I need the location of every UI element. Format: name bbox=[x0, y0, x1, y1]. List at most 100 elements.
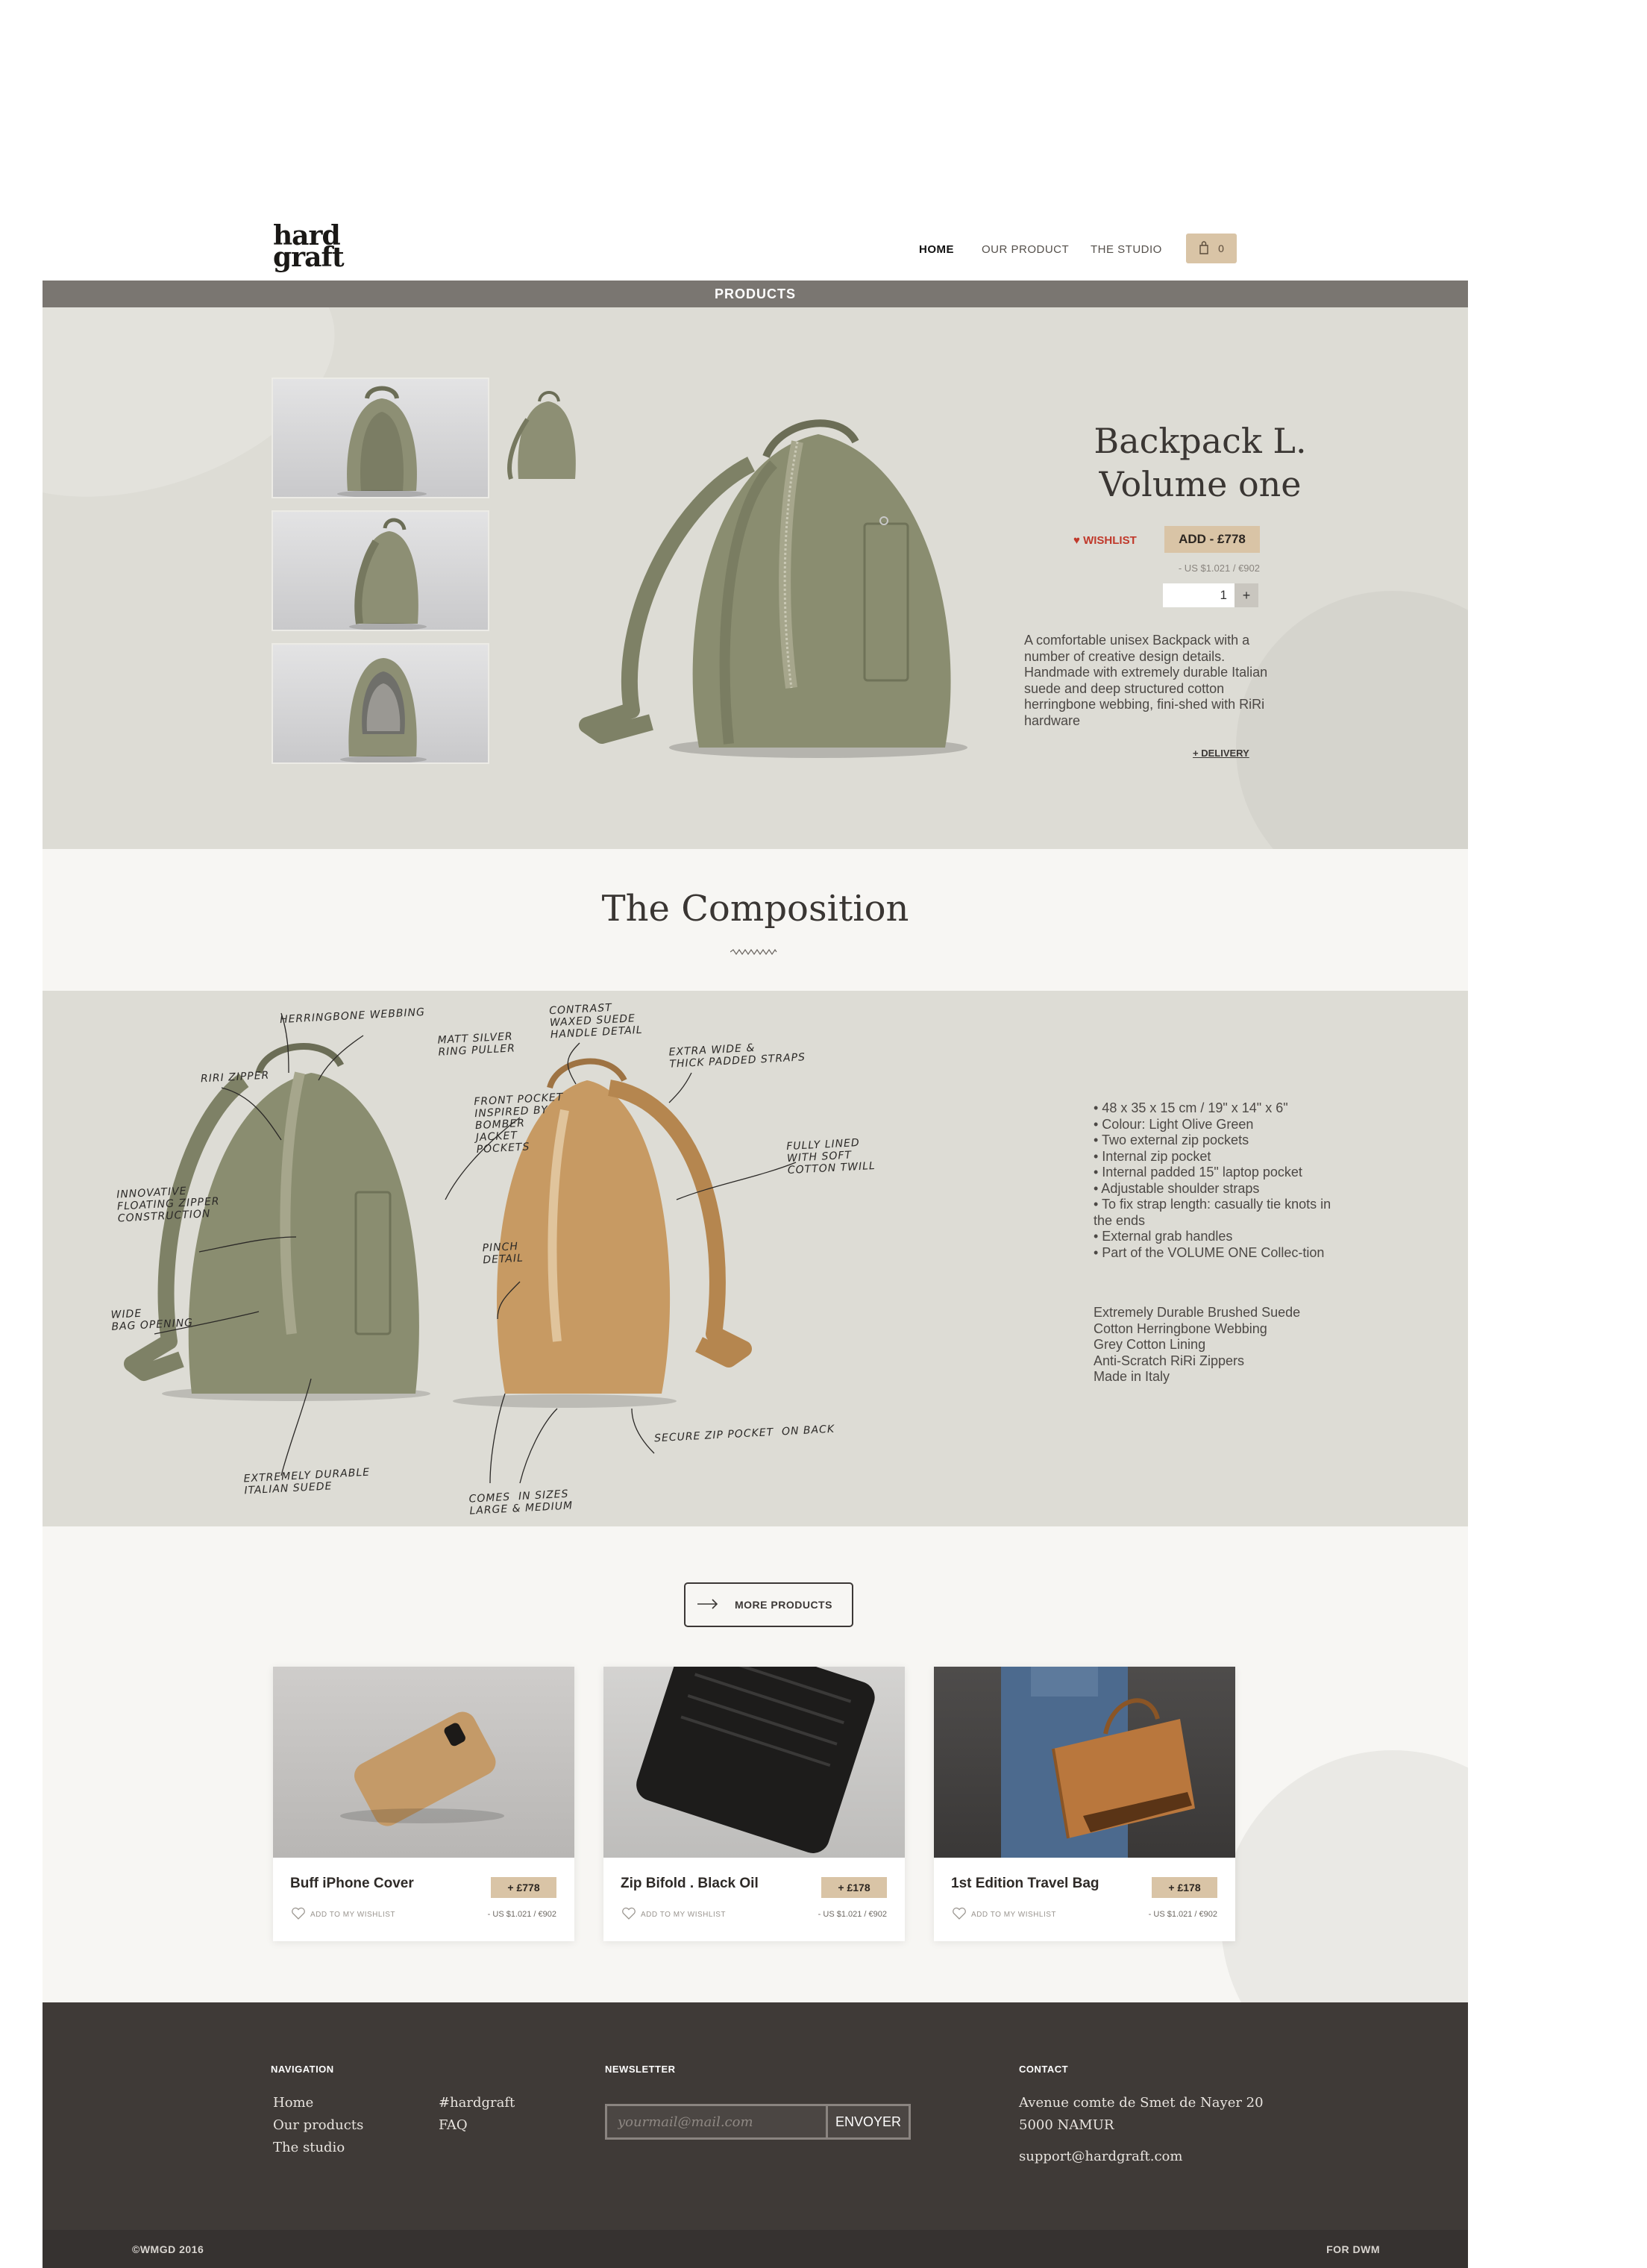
card-wishlist-link[interactable]: ADD TO MY WISHLIST bbox=[621, 1907, 726, 1923]
heart-icon: ♥ bbox=[1073, 534, 1080, 547]
contact-address-line2: 5000 NAMUR bbox=[1019, 2117, 1114, 2133]
nav-home[interactable]: HOME bbox=[919, 243, 954, 256]
card-title: Buff iPhone Cover bbox=[290, 1876, 414, 1891]
quantity-increment-button[interactable]: + bbox=[1235, 583, 1258, 607]
spec-item: • To fix strap length: casually tie knot… bbox=[1094, 1197, 1331, 1228]
footer-navigation-heading: NAVIGATION bbox=[271, 2064, 334, 2075]
footer-link-hashtag[interactable]: #hardgraft bbox=[439, 2095, 515, 2111]
annotation-ring-puller: MATT SILVER RING PULLER bbox=[437, 1030, 516, 1059]
spec-item: • Part of the VOLUME ONE Collec-tion bbox=[1094, 1244, 1325, 1260]
materials-list: Extremely Durable Brushed Suede Cotton He… bbox=[1094, 1305, 1347, 1385]
card-alt-price: - US $1.021 / €902 bbox=[487, 1910, 556, 1919]
backpack-side-image bbox=[349, 518, 427, 630]
spec-item: • Internal zip pocket bbox=[1094, 1148, 1211, 1164]
product-hero: Backpack L. Volume one ♥ WISHLIST ADD - … bbox=[43, 307, 1468, 849]
material-item: Made in Italy bbox=[1094, 1369, 1170, 1384]
thumbnail-back-view[interactable] bbox=[272, 378, 489, 498]
annotation-floating-zipper: INNOVATIVE FLOATING ZIPPER CONSTRUCTION bbox=[116, 1185, 220, 1225]
iphone-cover-image bbox=[273, 1667, 574, 1858]
copyright-text: ©WMGD 2016 bbox=[132, 2243, 204, 2255]
cart-button[interactable]: 0 bbox=[1186, 234, 1237, 263]
annotation-cotton-lining: FULLY LINED WITH SOFT COTTON TWILL bbox=[785, 1136, 876, 1177]
card-alt-price: - US $1.021 / €902 bbox=[818, 1910, 887, 1919]
card-price-button[interactable]: + £178 bbox=[1152, 1877, 1217, 1898]
footer-contact-heading: CONTACT bbox=[1019, 2064, 1069, 2075]
spec-item: • Two external zip pockets bbox=[1094, 1133, 1249, 1147]
newsletter-email-input[interactable] bbox=[605, 2104, 826, 2140]
arrow-right-icon bbox=[697, 1598, 718, 1611]
heart-outline-icon bbox=[291, 1907, 306, 1923]
wishlist-button[interactable]: ♥ WISHLIST bbox=[1073, 534, 1137, 547]
card-alt-price: - US $1.021 / €902 bbox=[1148, 1910, 1217, 1919]
material-item: Grey Cotton Lining bbox=[1094, 1337, 1206, 1352]
product-title-line1: Backpack L. bbox=[1094, 421, 1307, 461]
heart-outline-icon bbox=[952, 1907, 967, 1923]
product-card[interactable]: Buff iPhone Cover + £778 ADD TO MY WISHL… bbox=[273, 1667, 574, 1941]
add-to-cart-button[interactable]: ADD - £778 bbox=[1164, 526, 1260, 553]
spec-item: • Internal padded 15" laptop pocket bbox=[1094, 1165, 1302, 1180]
credit-text: FOR DWM bbox=[1326, 2243, 1380, 2255]
contact-email-link[interactable]: support@hardgraft.com bbox=[1019, 2149, 1182, 2164]
annotation-handle-detail: CONTRAST WAXED SUEDE HANDLE DETAIL bbox=[548, 1001, 644, 1041]
more-products-button[interactable]: MORE PRODUCTS bbox=[684, 1582, 853, 1627]
cart-count: 0 bbox=[1218, 242, 1224, 254]
spec-item: • Colour: Light Olive Green bbox=[1094, 1116, 1254, 1132]
card-wishlist-link[interactable]: ADD TO MY WISHLIST bbox=[952, 1907, 1056, 1923]
backpack-open-image bbox=[340, 658, 427, 762]
card-wishlist-label: ADD TO MY WISHLIST bbox=[971, 1911, 1057, 1919]
logo[interactable]: hard graft bbox=[273, 222, 348, 273]
product-title-line2: Volume one bbox=[1099, 464, 1302, 504]
material-item: Cotton Herringbone Webbing bbox=[1094, 1321, 1267, 1336]
footer-link-faq[interactable]: FAQ bbox=[439, 2117, 468, 2133]
footer-link-our-products[interactable]: Our products bbox=[273, 2117, 363, 2133]
card-price-button[interactable]: + £778 bbox=[491, 1877, 556, 1898]
spec-item: • Adjustable shoulder straps bbox=[1094, 1180, 1260, 1196]
section-bar-products: PRODUCTS bbox=[43, 281, 1468, 307]
annotation-bag-opening: WIDE BAG OPENING bbox=[110, 1307, 194, 1333]
nav-our-product[interactable]: OUR PRODUCT bbox=[982, 243, 1069, 256]
footer-newsletter-heading: NEWSLETTER bbox=[605, 2064, 676, 2075]
composition-title: The Composition bbox=[601, 888, 909, 930]
product-title: Backpack L. Volume one bbox=[1051, 419, 1349, 506]
newsletter-submit-button[interactable]: ENVOYER bbox=[826, 2104, 911, 2140]
material-item: Extremely Durable Brushed Suede bbox=[1094, 1305, 1301, 1320]
backpack-mini-image bbox=[507, 391, 576, 480]
card-wishlist-link[interactable]: ADD TO MY WISHLIST bbox=[291, 1907, 395, 1923]
backpack-main-image bbox=[507, 391, 967, 758]
footer-link-home[interactable]: Home bbox=[273, 2095, 313, 2111]
wishlist-label: WISHLIST bbox=[1083, 534, 1137, 547]
alternate-currency-price: - US $1.021 / €902 bbox=[1178, 563, 1260, 574]
thumbnail-side-view[interactable] bbox=[272, 510, 489, 631]
more-products-label: MORE PRODUCTS bbox=[735, 1599, 832, 1611]
footer-bottom-bar: ©WMGD 2016 FOR DWM bbox=[43, 2230, 1468, 2268]
footer-link-the-studio[interactable]: The studio bbox=[273, 2140, 345, 2155]
card-wishlist-label: ADD TO MY WISHLIST bbox=[310, 1911, 396, 1919]
footer: NAVIGATION Home Our products The studio … bbox=[43, 2002, 1468, 2230]
card-wishlist-label: ADD TO MY WISHLIST bbox=[641, 1911, 727, 1919]
material-item: Anti-Scratch RiRi Zippers bbox=[1094, 1353, 1245, 1368]
shopping-bag-icon bbox=[1199, 240, 1209, 257]
thumbnail-open-view[interactable] bbox=[272, 643, 489, 764]
card-title: Zip Bifold . Black Oil bbox=[621, 1876, 759, 1891]
spec-item: • 48 x 35 x 15 cm / 19" x 14" x 6" bbox=[1094, 1100, 1288, 1115]
product-description: A comfortable unisex Backpack with a num… bbox=[1024, 633, 1268, 728]
quantity-input[interactable] bbox=[1163, 583, 1235, 607]
contact-address-line1: Avenue comte de Smet de Nayer 20 bbox=[1019, 2095, 1264, 2111]
background-decor bbox=[1221, 1750, 1468, 2002]
card-price-button[interactable]: + £178 bbox=[821, 1877, 887, 1898]
delivery-link[interactable]: + DELIVERY bbox=[1193, 748, 1249, 759]
spec-item: • External grab handles bbox=[1094, 1229, 1233, 1244]
heart-outline-icon bbox=[621, 1907, 636, 1923]
travel-bag-image bbox=[934, 1667, 1235, 1858]
product-card[interactable]: Zip Bifold . Black Oil + £178 ADD TO MY … bbox=[603, 1667, 905, 1941]
spec-list: • 48 x 35 x 15 cm / 19" x 14" x 6" • Colo… bbox=[1094, 1100, 1347, 1261]
title-underline-ornament bbox=[730, 949, 777, 955]
card-title: 1st Edition Travel Bag bbox=[951, 1876, 1099, 1891]
annotation-pinch-detail: PINCH DETAIL bbox=[482, 1240, 524, 1267]
product-card[interactable]: 1st Edition Travel Bag + £178 ADD TO MY … bbox=[934, 1667, 1235, 1941]
composition-section: HERRINGBONE WEBBING MATT SILVER RING PUL… bbox=[43, 991, 1468, 1526]
annotation-front-pocket: FRONT POCKET INSPIRED BY BOMBER JACKET P… bbox=[473, 1091, 564, 1156]
nav-the-studio[interactable]: THE STUDIO bbox=[1091, 243, 1162, 256]
logo-line2: graft bbox=[273, 242, 345, 273]
zip-bifold-image bbox=[603, 1667, 905, 1858]
